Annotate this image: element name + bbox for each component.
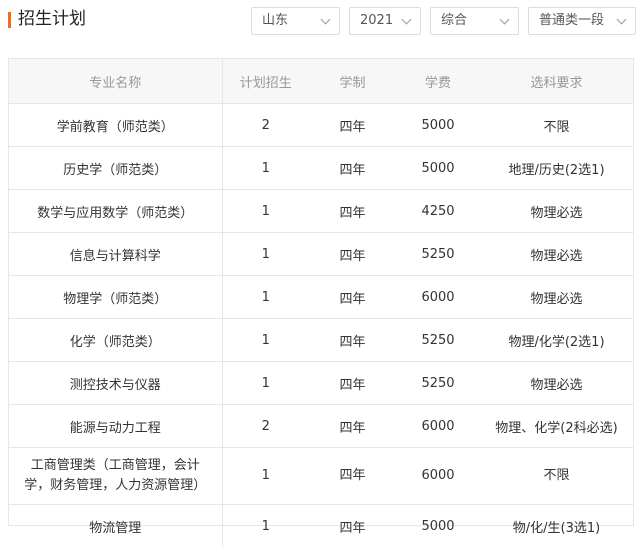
cell-duration: 四年 — [309, 276, 396, 319]
table-row: 历史学（师范类） 1 四年 5000 地理/历史(2选1) — [9, 147, 633, 190]
section-header: 招生计划 山东 2021 综合 普通类一段 — [0, 0, 642, 40]
batch-select[interactable]: 普通类一段 — [528, 7, 636, 35]
cell-plan: 1 — [222, 448, 309, 505]
cell-requirement: 物理必选 — [480, 362, 633, 405]
cell-requirement: 物理/化学(2选1) — [480, 319, 633, 362]
cell-requirement: 物理必选 — [480, 233, 633, 276]
cell-plan: 2 — [222, 405, 309, 448]
cell-major: 物理学（师范类） — [9, 276, 222, 319]
table-row: 物理学（师范类） 1 四年 6000 物理必选 — [9, 276, 633, 319]
cell-duration: 四年 — [309, 405, 396, 448]
cell-requirement: 地理/历史(2选1) — [480, 147, 633, 190]
province-select-value: 山东 — [262, 13, 288, 28]
header-major: 专业名称 — [9, 59, 222, 104]
cell-major: 学前教育（师范类） — [9, 104, 222, 147]
header-requirement: 选科要求 — [480, 59, 633, 104]
section-title: 招生计划 — [18, 7, 86, 31]
cell-major: 物流管理 — [9, 505, 222, 547]
cell-major-text: 工商管理类（工商管理，会计学，财务管理，人力资源管理） — [10, 456, 221, 496]
table-header-row: 专业名称 计划招生 学制 学费 选科要求 — [9, 59, 633, 104]
cell-fee: 6000 — [396, 276, 480, 319]
cell-plan: 2 — [222, 104, 309, 147]
cell-fee: 6000 — [396, 405, 480, 448]
cell-major: 测控技术与仪器 — [9, 362, 222, 405]
table-row: 物流管理 1 四年 5000 物/化/生(3选1) — [9, 505, 633, 547]
year-select-value: 2021 — [360, 13, 393, 28]
table-row: 能源与动力工程 2 四年 6000 物理、化学(2科必选) — [9, 405, 633, 448]
cell-major: 化学（师范类） — [9, 319, 222, 362]
cell-plan: 1 — [222, 147, 309, 190]
cell-fee: 5250 — [396, 233, 480, 276]
year-select[interactable]: 2021 — [349, 7, 421, 35]
title-accent-bar — [8, 12, 11, 28]
cell-major: 能源与动力工程 — [9, 405, 222, 448]
cell-requirement: 物理必选 — [480, 190, 633, 233]
table-row: 信息与计算科学 1 四年 5250 物理必选 — [9, 233, 633, 276]
chevron-down-icon — [500, 15, 510, 25]
cell-duration: 四年 — [309, 448, 396, 505]
header-duration: 学制 — [309, 59, 396, 104]
cell-fee: 5000 — [396, 104, 480, 147]
table-row: 工商管理类（工商管理，会计学，财务管理，人力资源管理） 1 四年 6000 不限 — [9, 448, 633, 505]
cell-plan: 1 — [222, 190, 309, 233]
cell-plan: 1 — [222, 362, 309, 405]
table-row: 化学（师范类） 1 四年 5250 物理/化学(2选1) — [9, 319, 633, 362]
type-select[interactable]: 综合 — [430, 7, 519, 35]
cell-fee: 6000 — [396, 448, 480, 505]
table-row: 数学与应用数学（师范类） 1 四年 4250 物理必选 — [9, 190, 633, 233]
table-row: 测控技术与仪器 1 四年 5250 物理必选 — [9, 362, 633, 405]
cell-duration: 四年 — [309, 362, 396, 405]
cell-plan: 1 — [222, 319, 309, 362]
header-plan: 计划招生 — [222, 59, 309, 104]
cell-duration: 四年 — [309, 233, 396, 276]
batch-select-value: 普通类一段 — [539, 13, 604, 28]
cell-major: 数学与应用数学（师范类） — [9, 190, 222, 233]
cell-fee: 4250 — [396, 190, 480, 233]
cell-requirement: 物理、化学(2科必选) — [480, 405, 633, 448]
cell-requirement: 不限 — [480, 448, 633, 505]
type-select-value: 综合 — [441, 13, 467, 28]
cell-duration: 四年 — [309, 319, 396, 362]
cell-major: 信息与计算科学 — [9, 233, 222, 276]
cell-plan: 1 — [222, 233, 309, 276]
cell-duration: 四年 — [309, 190, 396, 233]
cell-major: 历史学（师范类） — [9, 147, 222, 190]
cell-duration: 四年 — [309, 147, 396, 190]
header-fee: 学费 — [396, 59, 480, 104]
cell-duration: 四年 — [309, 505, 396, 547]
cell-requirement: 不限 — [480, 104, 633, 147]
cell-fee: 5250 — [396, 319, 480, 362]
cell-fee: 5250 — [396, 362, 480, 405]
cell-plan: 1 — [222, 276, 309, 319]
cell-requirement: 物/化/生(3选1) — [480, 505, 633, 547]
chevron-down-icon — [617, 15, 627, 25]
cell-duration: 四年 — [309, 104, 396, 147]
enrollment-plan-table: 专业名称 计划招生 学制 学费 选科要求 学前教育（师范类） 2 四年 5000… — [8, 58, 634, 526]
cell-fee: 5000 — [396, 147, 480, 190]
cell-fee: 5000 — [396, 505, 480, 547]
cell-major: 工商管理类（工商管理，会计学，财务管理，人力资源管理） — [9, 448, 222, 505]
chevron-down-icon — [402, 15, 412, 25]
filter-bar: 山东 2021 综合 普通类一段 — [251, 7, 636, 35]
cell-requirement: 物理必选 — [480, 276, 633, 319]
table-row: 学前教育（师范类） 2 四年 5000 不限 — [9, 104, 633, 147]
chevron-down-icon — [321, 15, 331, 25]
province-select[interactable]: 山东 — [251, 7, 340, 35]
cell-plan: 1 — [222, 505, 309, 547]
